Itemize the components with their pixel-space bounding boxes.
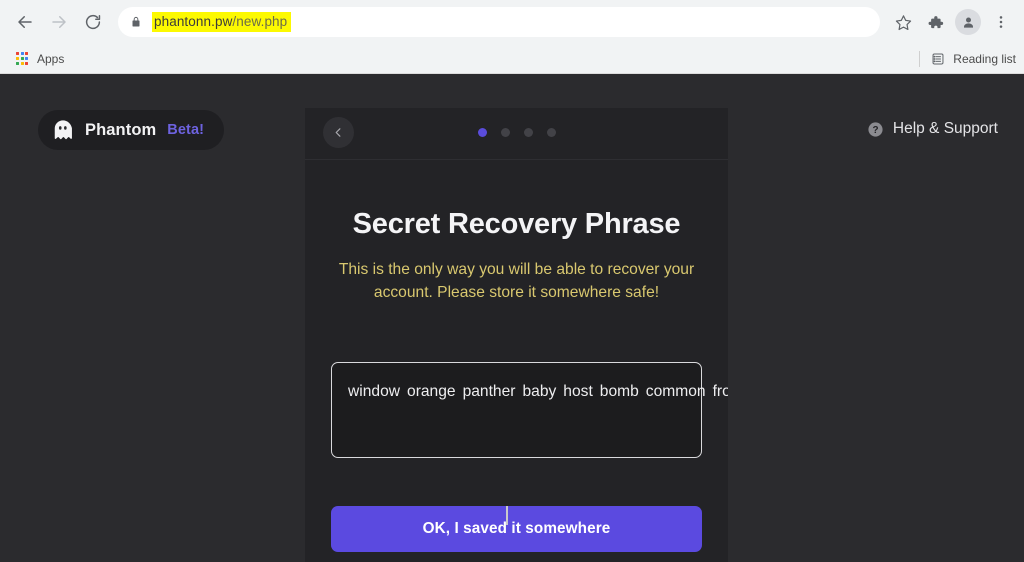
browser-chrome: phantonn.pw/new.php Apps Reading list bbox=[0, 0, 1024, 74]
seed-word: panther bbox=[462, 382, 516, 400]
warning-text: This is the only way you will be able to… bbox=[338, 261, 695, 301]
phantom-page: Phantom Beta! ? Help & Support Secret Re… bbox=[0, 74, 1024, 562]
seed-word: common bbox=[645, 382, 706, 400]
step-dot-1 bbox=[477, 128, 487, 137]
phantom-brand-badge: Phantom Beta! bbox=[38, 110, 225, 150]
url-text: phantonn.pw/new.php bbox=[152, 11, 292, 33]
bookmark-apps[interactable]: Apps bbox=[10, 50, 70, 68]
card-body: Secret Recovery Phrase This is the only … bbox=[305, 208, 728, 552]
reading-list-label: Reading list bbox=[953, 52, 1016, 66]
puzzle-piece-icon[interactable] bbox=[920, 7, 950, 37]
onboarding-card: Secret Recovery Phrase This is the only … bbox=[305, 108, 728, 562]
seed-word: frown bbox=[712, 382, 728, 400]
help-and-support-link[interactable]: ? Help & Support bbox=[867, 120, 998, 138]
browser-toolbar: phantonn.pw/new.php bbox=[0, 0, 1024, 44]
text-cursor-caret bbox=[506, 506, 508, 525]
step-dot-4 bbox=[546, 128, 556, 137]
toolbar-icons bbox=[888, 7, 1016, 37]
seed-word: baby bbox=[522, 382, 557, 400]
step-dot-3 bbox=[523, 128, 533, 137]
help-and-support-label: Help & Support bbox=[892, 120, 998, 137]
bookmarks-bar: Apps Reading list bbox=[0, 44, 1024, 74]
ok-saved-button[interactable]: OK, I saved it somewhere bbox=[331, 505, 702, 552]
three-dot-menu-icon[interactable] bbox=[986, 7, 1016, 37]
apps-grid-icon bbox=[16, 52, 29, 65]
phantom-beta-label: Beta! bbox=[167, 122, 205, 138]
seed-word: host bbox=[563, 382, 593, 400]
address-bar[interactable]: phantonn.pw/new.php bbox=[118, 7, 880, 37]
screenshot-root: phantonn.pw/new.php Apps Reading list Ph… bbox=[0, 0, 1024, 562]
seed-phrase-words: window orange panther baby host bomb common fro… bbox=[348, 380, 728, 404]
ghost-icon bbox=[52, 119, 74, 141]
profile-avatar-icon[interactable] bbox=[955, 9, 981, 35]
seed-word: window bbox=[348, 382, 401, 400]
reading-list-button[interactable]: Reading list bbox=[919, 44, 1016, 74]
step-dot-2 bbox=[500, 128, 510, 137]
seed-phrase-box[interactable]: window orange panther baby host bomb common fro… bbox=[331, 361, 728, 458]
reading-list-icon bbox=[931, 52, 945, 66]
lock-icon bbox=[130, 15, 142, 29]
seed-word: bomb bbox=[599, 382, 639, 400]
seed-word: orange bbox=[407, 382, 456, 400]
star-icon[interactable] bbox=[888, 7, 918, 37]
svg-text:?: ? bbox=[872, 125, 878, 136]
card-header bbox=[305, 108, 728, 160]
question-mark-circle-icon: ? bbox=[867, 121, 884, 138]
reload-icon[interactable] bbox=[76, 5, 110, 39]
page-title: Secret Recovery Phrase bbox=[352, 208, 681, 240]
phantom-brand-name: Phantom bbox=[85, 120, 157, 139]
back-arrow-icon[interactable] bbox=[8, 5, 42, 39]
step-indicator-dots bbox=[305, 128, 728, 137]
bookmark-apps-label: Apps bbox=[37, 51, 65, 66]
forward-arrow-icon[interactable] bbox=[42, 5, 76, 39]
